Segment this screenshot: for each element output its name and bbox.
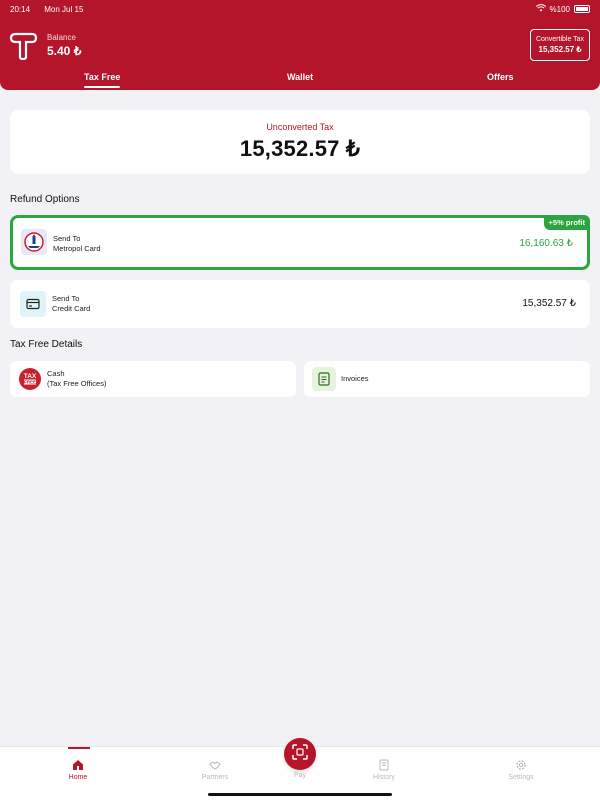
tax-free-logo-line2: FREE xyxy=(24,380,36,385)
profit-badge: +5% profit xyxy=(543,215,590,230)
metropol-logo-icon xyxy=(21,229,47,255)
app-logo-icon xyxy=(8,32,38,61)
history-icon xyxy=(378,759,390,771)
nav-history-label: History xyxy=(373,774,395,781)
unconverted-tax-label: Unconverted Tax xyxy=(266,122,334,132)
tab-wallet[interactable]: Wallet xyxy=(287,72,313,82)
wifi-icon xyxy=(535,4,546,14)
balance-block: Balance 5.40 ₺ xyxy=(47,33,81,58)
credit-card-option-text: Send To Credit Card xyxy=(52,294,90,314)
convertible-tax-value: 15,352.57 ₺ xyxy=(538,45,582,54)
status-bar: 20:14 Mon Jul 15 %100 xyxy=(10,3,590,15)
metropol-line2: Metropol Card xyxy=(53,244,101,253)
home-icon xyxy=(72,759,84,771)
nav-settings-label: Settings xyxy=(508,774,534,781)
metropol-line1: Send To xyxy=(53,234,81,243)
balance-value: 5.40 ₺ xyxy=(47,44,82,58)
credit-card-icon xyxy=(20,291,46,317)
home-indicator xyxy=(208,793,392,796)
status-time: 20:14 xyxy=(10,4,31,14)
unconverted-tax-card: Unconverted Tax 15,352.57 ₺ xyxy=(10,110,590,174)
app-header: 20:14 Mon Jul 15 %100 Balance 5.40 ₺ Con… xyxy=(0,0,600,90)
nav-partners[interactable]: Partners xyxy=(190,759,240,781)
convertible-tax-button[interactable]: Convertible Tax 15,352.57 ₺ xyxy=(530,29,590,61)
nav-history[interactable]: History xyxy=(359,759,409,781)
nav-pay-label: Pay xyxy=(293,772,307,779)
invoices-label: Invoices xyxy=(341,374,369,383)
battery-percent: %100 xyxy=(549,4,570,14)
top-tabs: Tax Free Wallet Offers xyxy=(0,68,600,90)
convertible-tax-label: Convertible Tax xyxy=(535,36,585,43)
qr-scan-icon xyxy=(292,743,308,765)
tax-free-details-title: Tax Free Details xyxy=(10,339,83,350)
balance-label: Balance xyxy=(47,33,76,42)
tab-tax-free[interactable]: Tax Free xyxy=(84,72,121,88)
nav-settings[interactable]: Settings xyxy=(496,759,546,781)
cash-line1: Cash xyxy=(47,369,65,378)
nav-home-label: Home xyxy=(68,774,88,781)
gear-icon xyxy=(515,759,527,771)
metropol-option-text: Send To Metropol Card xyxy=(53,234,101,254)
status-date: Mon Jul 15 xyxy=(44,4,84,14)
credit-card-amount: 15,352.57 ₺ xyxy=(522,298,576,309)
refund-option-credit-card[interactable]: Send To Credit Card 15,352.57 ₺ xyxy=(10,280,590,328)
nav-active-indicator xyxy=(68,747,90,749)
tax-free-logo-icon: TAX FREE xyxy=(18,367,42,391)
nav-partners-label: Partners xyxy=(201,774,229,781)
credit-card-line2: Credit Card xyxy=(52,304,91,313)
unconverted-tax-value: 15,352.57 ₺ xyxy=(239,136,361,161)
pay-button[interactable] xyxy=(284,738,316,770)
cash-option-text: Cash (Tax Free Offices) xyxy=(47,369,106,389)
tab-offers[interactable]: Offers xyxy=(487,72,514,82)
detail-invoices[interactable]: Invoices xyxy=(304,361,590,397)
credit-card-line1: Send To xyxy=(52,294,80,303)
refund-option-metropol[interactable]: +5% profit Send To Metropol Card 16,160.… xyxy=(10,215,590,270)
cash-line2: (Tax Free Offices) xyxy=(47,379,107,388)
refund-options-title: Refund Options xyxy=(10,194,80,205)
detail-cash-offices[interactable]: TAX FREE Cash (Tax Free Offices) xyxy=(10,361,296,397)
metropol-amount: 16,160.63 ₺ xyxy=(519,238,573,249)
battery-icon xyxy=(574,5,590,13)
invoice-icon xyxy=(312,367,336,391)
nav-home[interactable]: Home xyxy=(53,759,103,781)
handshake-icon xyxy=(209,759,221,771)
